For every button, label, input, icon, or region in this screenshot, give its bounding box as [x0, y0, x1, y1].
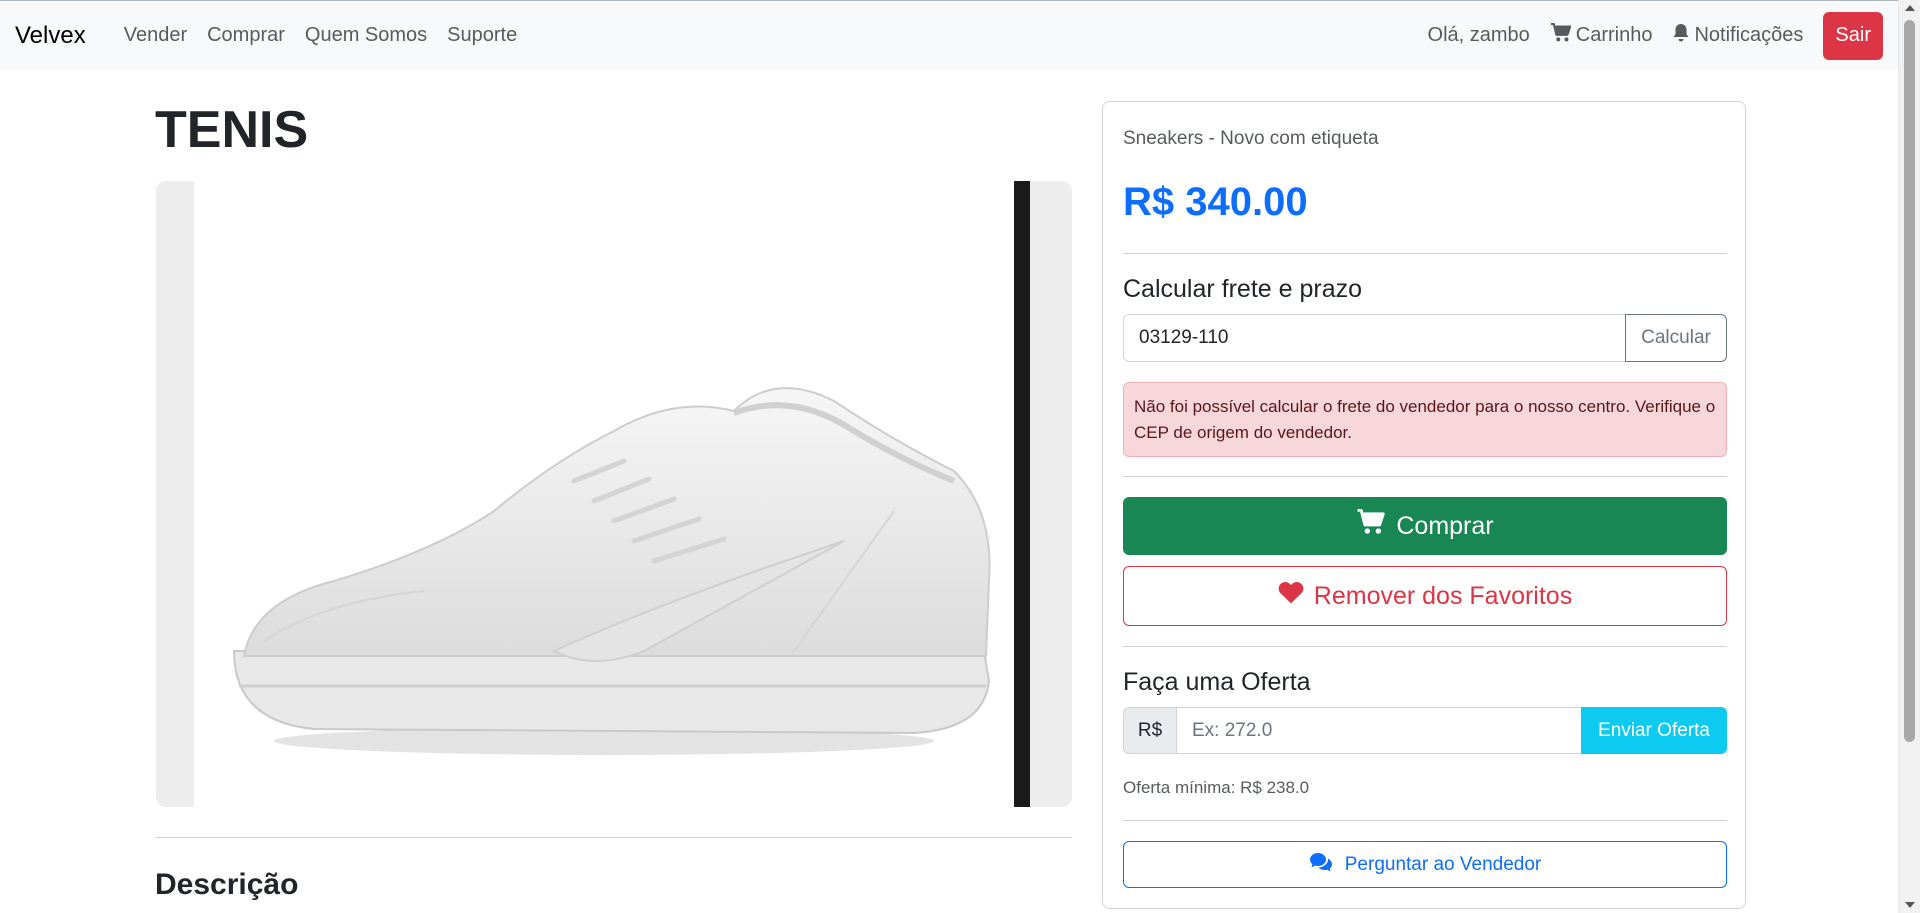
offer-heading: Faça uma Oferta	[1123, 668, 1311, 696]
shipping-heading: Calcular frete e prazo	[1123, 275, 1363, 303]
calculate-shipping-button[interactable]: Calcular	[1625, 314, 1727, 362]
divider	[1123, 253, 1727, 254]
image-edge-bar	[1014, 181, 1030, 807]
product-price: R$ 340.00	[1123, 180, 1308, 224]
nav-link-cart[interactable]: Carrinho	[1540, 22, 1663, 49]
minimum-offer-text: Oferta mínima: R$ 238.0	[1123, 778, 1310, 797]
product-subtitle: Sneakers - Novo com etiqueta	[1123, 128, 1379, 149]
buy-button[interactable]: Comprar	[1123, 497, 1727, 555]
brand-logo[interactable]: Velvex	[15, 22, 86, 50]
scroll-up-arrow[interactable]	[1905, 5, 1915, 11]
cep-input-group: Calcular	[1123, 314, 1727, 362]
divider	[156, 837, 1072, 838]
scroll-down-arrow[interactable]	[1905, 902, 1915, 908]
cart-icon	[1356, 508, 1386, 543]
cart-icon	[1550, 22, 1572, 49]
nav-links: Vender Comprar Quem Somos Suporte	[114, 24, 528, 47]
notifications-label: Notificações	[1694, 24, 1804, 46]
offer-input[interactable]	[1177, 707, 1581, 754]
nav-link-quem-somos[interactable]: Quem Somos	[295, 24, 437, 47]
heart-icon	[1278, 581, 1304, 611]
chat-icon	[1309, 852, 1335, 878]
favorite-label: Remover dos Favoritos	[1313, 581, 1573, 610]
divider	[1123, 820, 1727, 821]
cep-input[interactable]	[1123, 314, 1625, 362]
sneaker-image	[232, 387, 991, 755]
user-greeting[interactable]: Olá, zambo	[1418, 24, 1540, 47]
nav-link-suporte[interactable]: Suporte	[437, 24, 527, 47]
divider	[1123, 476, 1727, 477]
offer-input-group: R$ Enviar Oferta	[1123, 707, 1727, 754]
logout-button[interactable]: Sair	[1823, 11, 1883, 60]
purchase-card: Sneakers - Novo com etiqueta R$ 340.00 C…	[1102, 101, 1746, 909]
cart-label: Carrinho	[1575, 24, 1653, 46]
nav-link-vender[interactable]: Vender	[114, 24, 197, 47]
nav-link-notifications[interactable]: Notificações	[1662, 23, 1813, 49]
send-offer-button[interactable]: Enviar Oferta	[1581, 707, 1727, 754]
bell-icon	[1672, 23, 1690, 49]
ask-seller-label: Perguntar ao Vendedor	[1344, 853, 1542, 875]
page-scrollbar[interactable]	[1898, 0, 1920, 913]
navbar: Velvex Vender Comprar Quem Somos Suporte…	[0, 0, 1898, 70]
product-image	[156, 181, 1072, 807]
remove-favorite-button[interactable]: Remover dos Favoritos	[1123, 566, 1727, 626]
divider	[1123, 646, 1727, 647]
currency-prefix: R$	[1123, 707, 1177, 754]
product-image-canvas	[194, 181, 1014, 807]
nav-right: Olá, zambo Carrinho Notificações Sair	[1418, 11, 1883, 60]
scrollbar-thumb[interactable]	[1904, 20, 1915, 742]
nav-link-comprar[interactable]: Comprar	[197, 24, 295, 47]
shipping-error-alert: Não foi possível calcular o frete do ven…	[1123, 382, 1727, 457]
ask-seller-button[interactable]: Perguntar ao Vendedor	[1123, 841, 1727, 888]
buy-label: Comprar	[1396, 511, 1494, 540]
description-heading: Descrição	[155, 868, 299, 901]
product-title: TENIS	[155, 101, 309, 159]
